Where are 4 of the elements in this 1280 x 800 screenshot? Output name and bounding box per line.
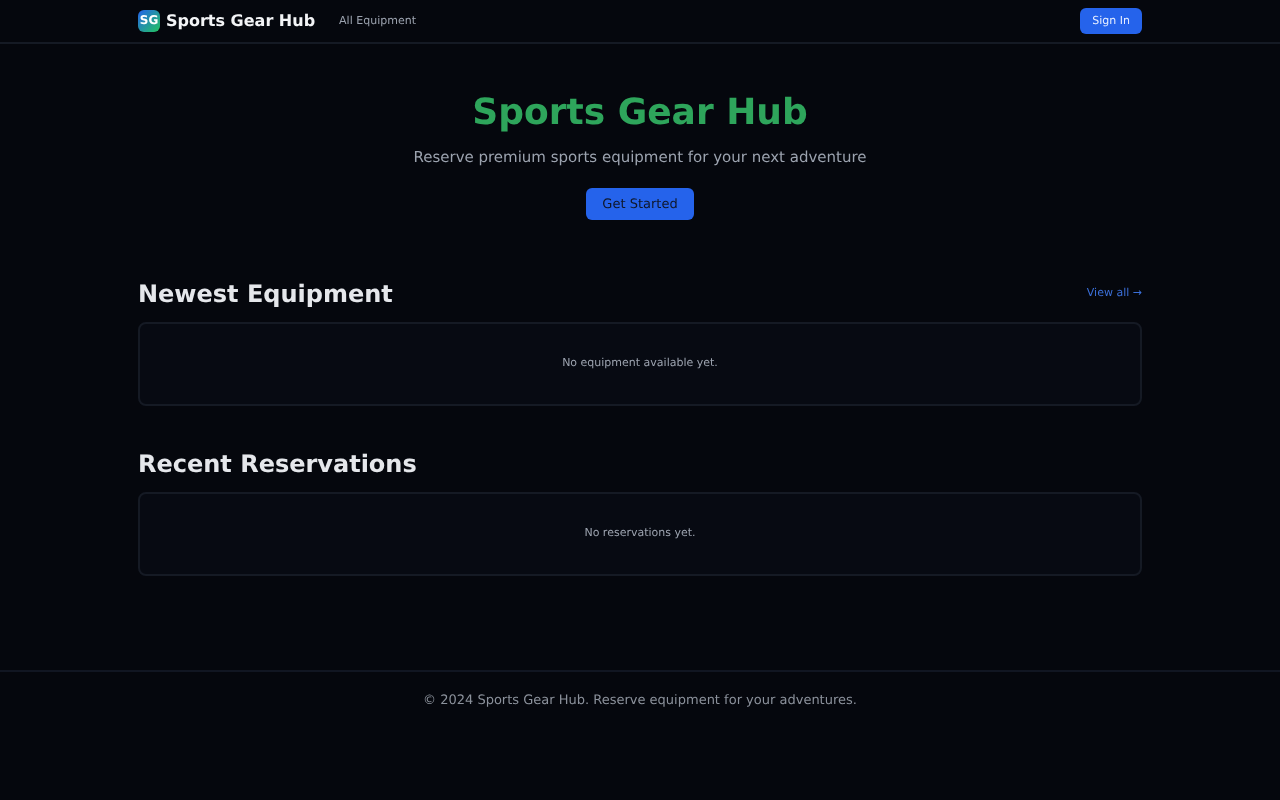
brand-name[interactable]: Sports Gear Hub xyxy=(166,12,316,30)
section-title: Recent Reservations xyxy=(138,450,417,478)
hero-title: Sports Gear Hub xyxy=(470,94,810,134)
section-title: Newest Equipment xyxy=(138,280,393,308)
